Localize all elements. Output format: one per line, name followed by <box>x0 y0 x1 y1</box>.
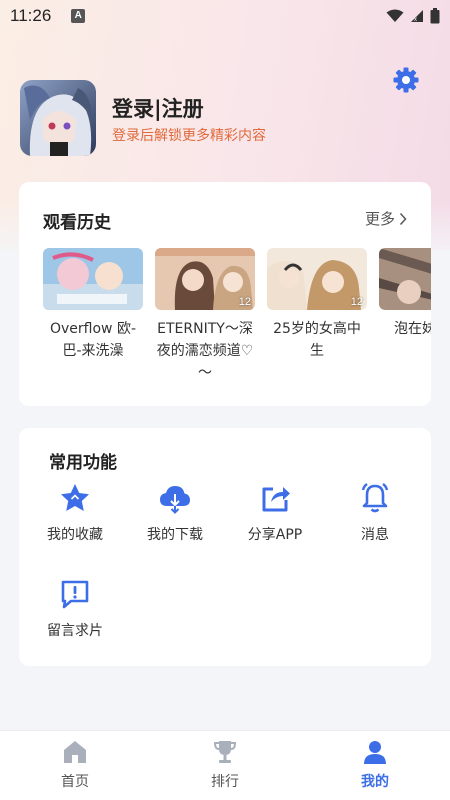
common-functions-card: 常用功能 我的收藏 我的下载 分享APP 消息 留言求片 <box>19 428 431 666</box>
status-bar: 11:26 A x <box>0 0 450 32</box>
episode-badge: 12 <box>350 296 363 308</box>
history-item-title: Overflow 欧-巴-来洗澡 <box>49 321 136 359</box>
history-item[interactable]: 12 ETERNITY～深夜的濡恋频道♡～ <box>155 248 255 384</box>
nav-ranking[interactable]: 排行 <box>185 739 265 791</box>
history-list: Overflow 欧-巴-来洗澡 12 ETERNITY～深夜的濡恋频道♡～ 1… <box>43 248 431 398</box>
login-register-link[interactable]: 登录|注册 <box>112 93 204 123</box>
battery-icon <box>430 8 440 24</box>
watch-history-card: 观看历史 更多 Overflow 欧-巴-来洗澡 12 ETERNITY～深夜的… <box>19 182 431 406</box>
more-label: 更多 <box>364 210 395 228</box>
accessibility-badge-icon: A <box>71 9 86 23</box>
request-movie-button[interactable]: 留言求片 <box>25 578 125 640</box>
bell-icon <box>361 483 389 513</box>
history-item-title: 泡在妹问用 <box>394 321 431 337</box>
history-more-link[interactable]: 更多 <box>365 208 407 229</box>
history-thumbnail <box>43 248 143 310</box>
chevron-right-icon <box>399 212 407 225</box>
share-icon <box>262 487 290 512</box>
history-item[interactable]: 12 25岁的女高中生 <box>267 248 367 362</box>
cellular-signal-icon: x <box>411 10 423 23</box>
nav-mine[interactable]: 我的 <box>335 739 415 791</box>
wifi-icon <box>386 9 404 22</box>
history-thumbnail: 12 <box>267 248 367 310</box>
share-app-label: 分享APP <box>247 527 303 543</box>
trophy-icon <box>213 741 237 763</box>
messages-button[interactable]: 消息 <box>325 482 425 544</box>
functions-title: 常用功能 <box>49 453 117 473</box>
bottom-navigation: 首页 排行 我的 <box>0 730 450 800</box>
messages-label: 消息 <box>361 527 389 543</box>
history-thumbnail: 12 <box>155 248 255 310</box>
user-icon <box>364 741 386 764</box>
history-item[interactable]: 泡在妹问用 <box>379 248 431 340</box>
history-title: 观看历史 <box>43 213 111 233</box>
history-item[interactable]: Overflow 欧-巴-来洗澡 <box>43 248 143 362</box>
history-item-title: 25岁的女高中生 <box>273 321 361 359</box>
status-icons: x <box>386 8 440 24</box>
svg-text:x: x <box>414 17 417 23</box>
message-icon <box>61 580 89 609</box>
history-item-title: ETERNITY～深夜的濡恋频道♡～ <box>156 321 254 381</box>
downloads-button[interactable]: 我的下载 <box>125 482 225 544</box>
nav-home-label: 首页 <box>61 774 89 790</box>
episode-badge: 12 <box>238 296 251 308</box>
share-app-button[interactable]: 分享APP <box>225 482 325 544</box>
star-icon <box>61 484 89 511</box>
settings-button[interactable] <box>392 66 420 94</box>
favorites-button[interactable]: 我的收藏 <box>25 482 125 544</box>
home-icon <box>64 741 86 763</box>
nav-home[interactable]: 首页 <box>35 739 115 791</box>
gear-icon <box>393 67 419 93</box>
downloads-label: 我的下载 <box>147 527 203 543</box>
cloud-download-icon <box>160 486 190 514</box>
nav-ranking-label: 排行 <box>211 774 239 790</box>
history-thumbnail <box>379 248 431 310</box>
avatar[interactable] <box>20 80 96 156</box>
login-subtitle: 登录后解锁更多精彩内容 <box>112 128 266 144</box>
favorites-label: 我的收藏 <box>47 527 103 543</box>
nav-mine-label: 我的 <box>361 774 389 790</box>
status-time: 11:26 <box>10 6 52 25</box>
request-movie-label: 留言求片 <box>47 623 103 639</box>
